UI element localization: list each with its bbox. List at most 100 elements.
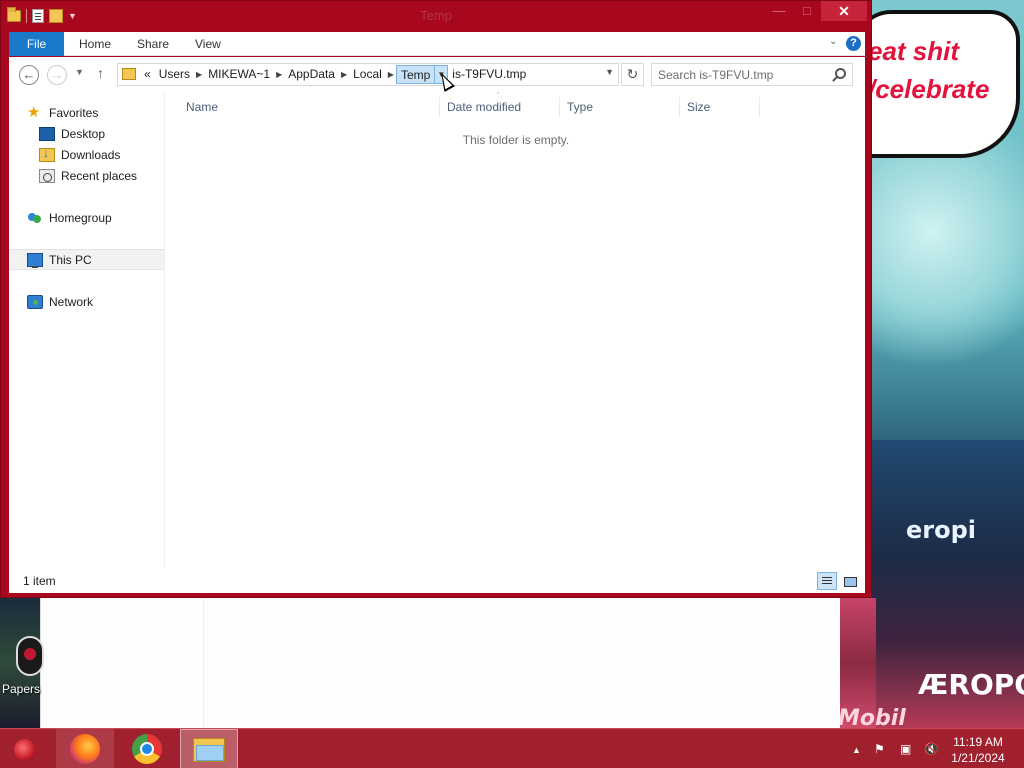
column-header-size[interactable]: Size <box>687 98 710 116</box>
item-count: 1 item <box>23 574 56 588</box>
file-explorer-icon <box>193 738 225 762</box>
expand-ribbon-icon[interactable]: ⌄ <box>829 36 841 48</box>
search-box[interactable] <box>651 63 853 86</box>
breadcrumb-current[interactable]: is-T9FVU.tmp <box>448 65 530 84</box>
address-dropdown-icon[interactable]: ▼ <box>605 67 614 77</box>
wallpaper-sign-2: ÆROPOS <box>918 668 1024 701</box>
breadcrumb-local[interactable]: Local <box>349 65 386 84</box>
navigation-pane: ★ Favorites Desktop Downloads Recent pla… <box>9 93 165 567</box>
chevron-right-icon[interactable]: ▶ <box>194 70 204 79</box>
nav-item-label: Downloads <box>61 148 121 162</box>
start-button[interactable] <box>10 737 40 763</box>
search-icon[interactable] <box>835 68 846 79</box>
ribbon-tabs: File Home Share View ⌄ ? <box>9 32 865 56</box>
homegroup-icon <box>27 211 43 225</box>
nav-item-network[interactable]: Network <box>27 292 93 312</box>
file-list-pane[interactable]: Name ˆ Date modified Type Size This fold… <box>167 93 865 567</box>
breadcrumb-users[interactable]: Users <box>155 65 194 84</box>
column-divider[interactable] <box>439 97 440 117</box>
nav-item-label: Network <box>49 295 94 309</box>
wallpaper-text-line2: /celebrate <box>868 74 990 104</box>
show-hidden-icons-icon[interactable]: ▲ <box>852 745 861 755</box>
help-icon[interactable]: ? <box>846 36 861 51</box>
column-divider[interactable] <box>679 97 680 117</box>
nav-item-label: Desktop <box>61 127 106 141</box>
nav-item-favorites[interactable]: ★ Favorites <box>27 103 98 123</box>
column-divider[interactable] <box>559 97 560 117</box>
breadcrumb-mikewa[interactable]: MIKEWA~1 <box>204 65 274 84</box>
clock[interactable]: 11:19 AM 1/21/2024 <box>946 734 1010 766</box>
nav-item-label: This PC <box>49 253 92 267</box>
caption-buttons: — □ ✕ <box>765 1 867 23</box>
title-bar[interactable]: ▼ Temp — □ ✕ <box>1 1 871 31</box>
nav-item-label: Homegroup <box>49 211 112 225</box>
window-title: Temp <box>420 8 452 23</box>
desktop-icon <box>39 127 55 141</box>
taskbar: ▲ ⚑ ▣ 🔇 11:19 AM 1/21/2024 <box>0 728 1024 768</box>
nav-item-label: Favorites <box>49 106 99 120</box>
recent-places-icon <box>39 169 55 183</box>
column-header-date-modified[interactable]: Date modified <box>447 98 521 116</box>
file-explorer-window: ▼ Temp — □ ✕ File Home Share View ⌄ ? ← … <box>0 0 872 598</box>
empty-folder-message: This folder is empty. <box>462 133 570 147</box>
chevron-right-icon[interactable]: ▶ <box>386 70 396 79</box>
breadcrumb-temp[interactable]: Temp <box>395 65 436 84</box>
desktop-icon-papers[interactable]: Papers <box>0 634 44 704</box>
background-window[interactable] <box>40 598 840 728</box>
back-button[interactable]: ← <box>19 65 39 85</box>
tab-file[interactable]: File <box>9 32 64 56</box>
tab-share[interactable]: Share <box>137 32 169 56</box>
star-icon: ★ <box>27 104 41 121</box>
wallpaper-text-line1: eat shit <box>868 36 960 66</box>
column-divider[interactable] <box>759 97 760 117</box>
large-icons-view-button[interactable] <box>839 572 859 590</box>
status-bar: 1 item <box>9 567 865 593</box>
taskbar-chrome[interactable] <box>118 729 176 768</box>
nav-item-this-pc[interactable]: This PC <box>27 250 92 270</box>
close-button[interactable]: ✕ <box>821 1 867 21</box>
details-view-button[interactable] <box>817 572 837 590</box>
downloads-icon <box>39 146 55 162</box>
breadcrumb: « Users ▶ MIKEWA~1 ▶ AppData ▶ Local ▶ T… <box>140 64 530 85</box>
breadcrumb-overflow[interactable]: « <box>140 65 155 84</box>
nav-item-desktop[interactable]: Desktop <box>39 124 105 144</box>
background-window-divider <box>203 598 204 728</box>
action-center-flag-icon[interactable]: ⚑ <box>874 742 885 756</box>
forward-button[interactable]: → <box>47 65 67 85</box>
column-header-name[interactable]: Name <box>186 98 218 116</box>
chevron-right-icon[interactable]: ▶ <box>339 70 349 79</box>
chrome-icon <box>132 734 162 764</box>
nav-item-recent-places[interactable]: Recent places <box>39 166 137 186</box>
wallpaper-sign-1: eropi <box>906 516 977 544</box>
volume-muted-icon[interactable]: 🔇 <box>924 742 939 756</box>
minimize-button[interactable]: — <box>765 1 793 21</box>
wallpaper-sign-3: Mobil <box>838 706 906 728</box>
nav-item-label: Recent places <box>61 169 138 183</box>
desktop-icon-label: Papers <box>2 682 41 696</box>
search-input[interactable] <box>658 66 828 83</box>
chevron-right-icon[interactable]: ▶ <box>274 70 284 79</box>
tab-home[interactable]: Home <box>79 32 111 56</box>
content-area: ★ Favorites Desktop Downloads Recent pla… <box>9 93 865 567</box>
up-button[interactable]: ↑ <box>97 65 104 81</box>
maximize-button[interactable]: □ <box>793 1 821 21</box>
nav-item-downloads[interactable]: Downloads <box>39 145 120 165</box>
address-folder-icon <box>122 68 136 80</box>
computer-icon <box>27 253 43 268</box>
wallpaper-sky <box>870 120 1024 400</box>
clock-time: 11:19 AM <box>953 735 1003 749</box>
breadcrumb-appdata[interactable]: AppData <box>284 65 339 84</box>
papers-shortcut-icon <box>16 636 44 676</box>
column-header-type[interactable]: Type <box>567 98 593 116</box>
firefox-icon <box>70 734 100 764</box>
taskbar-firefox[interactable] <box>56 729 114 768</box>
nav-item-homegroup[interactable]: Homegroup <box>27 208 112 228</box>
network-status-icon[interactable]: ▣ <box>900 742 911 756</box>
address-bar[interactable]: « Users ▶ MIKEWA~1 ▶ AppData ▶ Local ▶ T… <box>117 63 619 86</box>
taskbar-file-explorer[interactable] <box>180 729 238 768</box>
refresh-button[interactable]: ↻ <box>621 63 644 86</box>
network-icon <box>27 295 43 309</box>
recent-locations-button[interactable]: ▼ <box>75 67 84 77</box>
tab-view[interactable]: View <box>195 32 221 56</box>
clock-date: 1/21/2024 <box>951 751 1005 765</box>
